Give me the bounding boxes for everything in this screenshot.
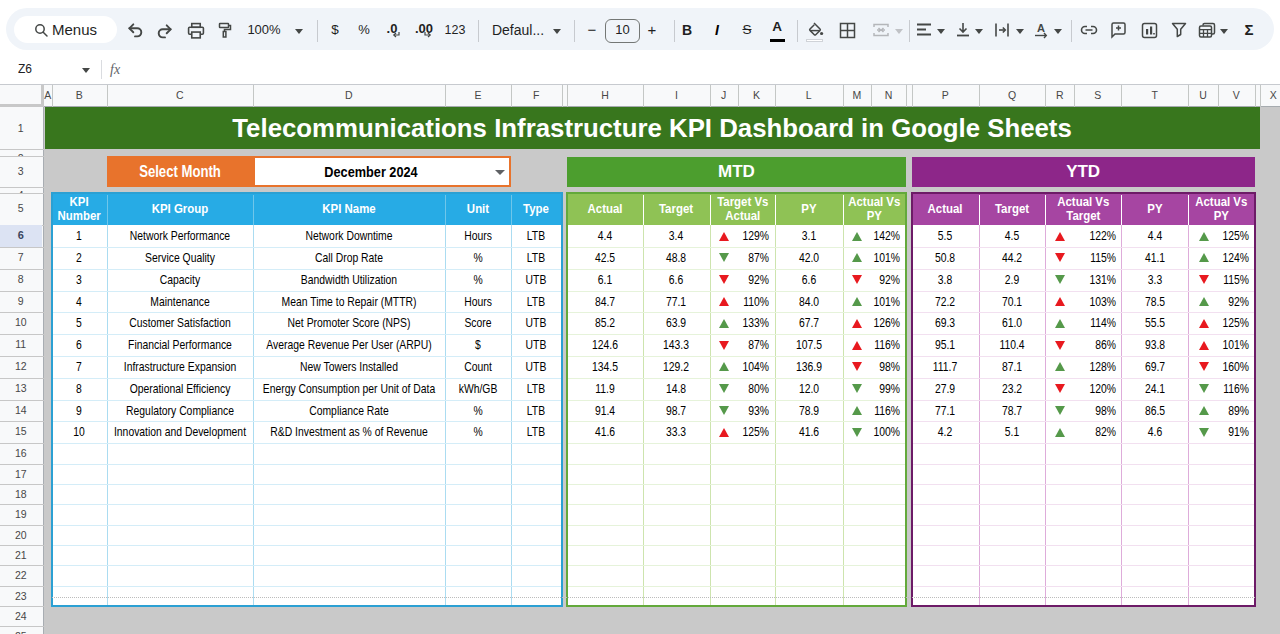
svg-text:A: A xyxy=(1037,22,1045,34)
